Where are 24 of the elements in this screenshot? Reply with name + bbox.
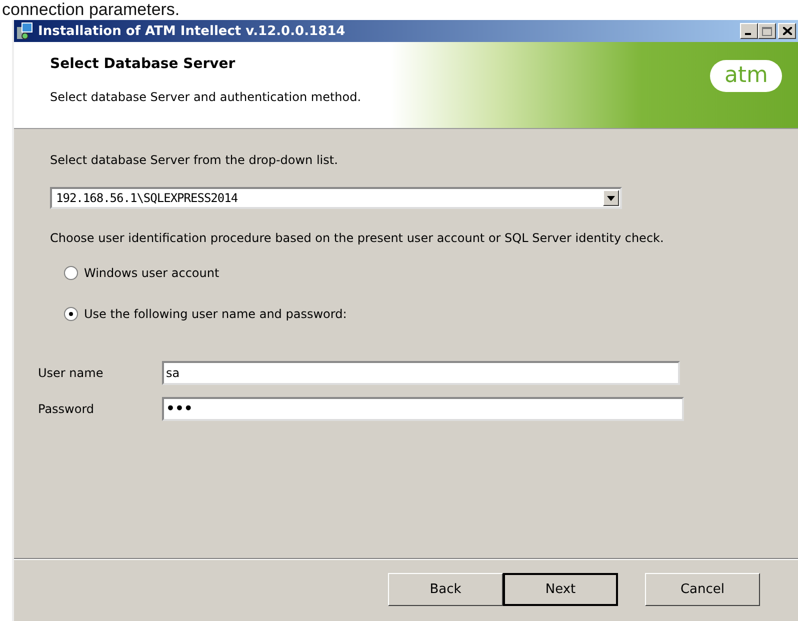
field-label: User name: [38, 366, 104, 380]
close-button[interactable]: [778, 23, 796, 39]
dialog-button[interactable]: Back: [388, 572, 503, 606]
maximize-icon: [762, 26, 772, 36]
logo: atm: [710, 60, 782, 92]
minimize-button[interactable]: [740, 23, 758, 39]
window-title: Installation of ATM Intellect v.12.0.0.1814: [38, 24, 346, 38]
dialog-button[interactable]: Next: [503, 572, 618, 606]
maximize-button[interactable]: [758, 23, 776, 39]
dialog-button[interactable]: Cancel: [645, 572, 760, 606]
dropdown-arrow-icon: [607, 196, 615, 200]
installer-icon: [16, 22, 34, 40]
page-subtitle: Select database Server and authentication method.: [50, 90, 362, 104]
page-text: connection parameters.: [1, 0, 181, 20]
radio-option[interactable]: Use the following user name and password:: [64, 307, 347, 321]
input-field[interactable]: sa: [162, 361, 680, 385]
server-dropdown[interactable]: 192.168.56.1\SQLEXPRESS2014: [50, 187, 622, 209]
close-icon: [782, 27, 792, 35]
radio-option[interactable]: Windows user account: [64, 266, 220, 280]
input-field[interactable]: •••: [162, 397, 684, 421]
instruction-text: Select database Server from the drop-down list.: [50, 153, 339, 167]
page-title: Select Database Server: [50, 56, 236, 72]
instruction-text: Choose user identification procedure based on the present user account or SQL Server identity check.: [50, 231, 665, 246]
field-label: Password: [38, 402, 96, 416]
